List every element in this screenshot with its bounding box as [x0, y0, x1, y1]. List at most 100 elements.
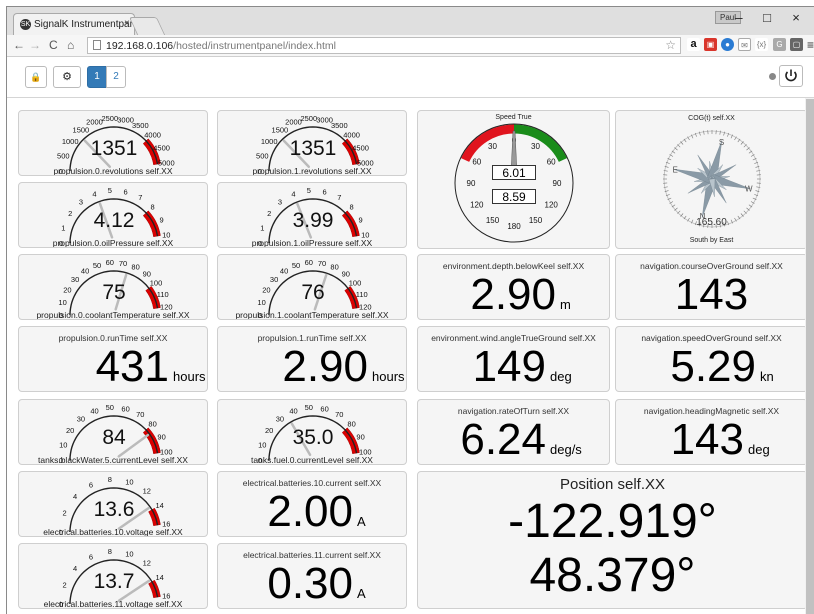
- page-scrollbar[interactable]: [805, 98, 814, 614]
- page-2-button[interactable]: 2: [106, 66, 126, 88]
- number-panel[interactable]: electrical.batteries.11.current self.XX 0…: [217, 543, 407, 609]
- gauge-tick-label: 40: [280, 267, 288, 276]
- maximize-button[interactable]: □: [753, 10, 781, 25]
- dark-extension-icon[interactable]: ▢: [790, 38, 803, 51]
- number-panel[interactable]: navigation.headingMagnetic self.XX 143 deg: [615, 399, 808, 465]
- gauge-panel[interactable]: 0 10 20 30 40 50 60 70 80 90 100 110 120 76 propulsion…: [217, 254, 407, 320]
- settings-button[interactable]: ⚙: [53, 66, 81, 88]
- gauge-panel[interactable]: 0 500 1000 1500 2000 2500 3000 3500 4000 4500 5000…: [18, 110, 208, 176]
- power-button[interactable]: [779, 65, 803, 87]
- speed-tick-label: 120: [545, 201, 559, 210]
- speed-dial: 0306090120150180150120906030: [454, 123, 574, 243]
- home-icon[interactable]: ⌂: [67, 38, 74, 52]
- gauge-tick-label: 80: [131, 263, 139, 272]
- gauge-tick-label: 40: [90, 407, 98, 416]
- gauge-tick-label: 3: [79, 198, 83, 207]
- star-icon[interactable]: ☆: [665, 38, 676, 52]
- gauge-panel[interactable]: 0 2 4 6 8 10 12 14 16 13.6 electrical.batteries.10…: [18, 471, 208, 537]
- gauge-tick-label: 70: [119, 259, 127, 268]
- url-host: 192.168.0.106: [106, 40, 174, 52]
- gauge-tick-label: 5: [108, 186, 112, 195]
- gauge-value: 4.12: [93, 209, 135, 232]
- compass-rose: NESW: [663, 130, 761, 228]
- menu-icon[interactable]: ≡: [807, 38, 814, 52]
- cog-compass-panel[interactable]: COG(t) self.XX NESW 165.60 South by East: [615, 110, 808, 249]
- gauge-tick-label: 90: [342, 269, 350, 278]
- gauge-tick-label: 70: [335, 410, 343, 419]
- scrollbar-thumb[interactable]: [806, 99, 814, 614]
- gauge-panel[interactable]: 0 10 20 30 40 50 60 70 80 90 100 35.0 tanks.fuel.0.c…: [217, 399, 407, 465]
- reload-icon[interactable]: C: [49, 38, 58, 52]
- number-panel[interactable]: navigation.speedOverGround self.XX 5.29 kn: [615, 326, 808, 392]
- gauge-label: propulsion.0.coolantTemperature self.XX: [36, 310, 190, 320]
- blue-extension-icon[interactable]: ●: [721, 38, 734, 51]
- gauge-tick-label: 30: [77, 415, 85, 424]
- address-bar[interactable]: 192.168.0.106/hosted/instrumentpanel/ind…: [87, 37, 681, 54]
- speed-true-panel[interactable]: Speed True 0306090120150180150120906030 …: [417, 110, 610, 249]
- gauge-tick-label: 12: [143, 558, 151, 567]
- page-1-button[interactable]: 1: [87, 66, 107, 88]
- number-unit: A: [357, 586, 366, 601]
- number-panel[interactable]: environment.depth.belowKeel self.XX 2.90 m: [417, 254, 610, 320]
- gauge-tick-label: 50: [93, 261, 101, 270]
- gauge-tick-label: 50: [305, 403, 313, 412]
- navigation-bar: ← → C ⌂ 192.168.0.106/hosted/instrumentp…: [7, 35, 814, 57]
- back-arrow-icon[interactable]: ←: [13, 38, 25, 52]
- gauge-label: propulsion.1.oilPressure self.XX: [251, 238, 373, 248]
- page-icon: [93, 40, 101, 50]
- gauge-panel[interactable]: 0 1 2 3 4 5 6 7 8 9 10 3.99 propulsion.1.oilPressure…: [217, 182, 407, 248]
- minimize-button[interactable]: –: [725, 10, 753, 25]
- red-extension-icon[interactable]: ▣: [704, 38, 717, 51]
- gauge-panel[interactable]: 0 1 2 3 4 5 6 7 8 9 10 4.12 propulsion.0.oilPressure…: [18, 182, 208, 248]
- number-panel[interactable]: propulsion.1.runTime self.XX 2.90 hours: [217, 326, 407, 392]
- power-icon: [785, 69, 797, 82]
- number-unit: deg: [550, 369, 572, 384]
- gauge-tick-label: 60: [106, 258, 114, 267]
- gauge-tick-label: 1500: [73, 126, 90, 135]
- speed-tick-label: 150: [529, 216, 543, 225]
- close-window-button[interactable]: ×: [782, 10, 810, 25]
- gauge-tick-label: 30: [276, 415, 284, 424]
- amazon-extension-icon[interactable]: a: [687, 38, 700, 51]
- gauge-tick-label: 2000: [285, 118, 302, 127]
- number-panel[interactable]: electrical.batteries.10.current self.XX 2…: [217, 471, 407, 537]
- app-toolbar: 🔒 ⚙ 1 2: [7, 58, 814, 98]
- gauge-tick-label: 7: [337, 193, 341, 202]
- tab-close-icon[interactable]: ×: [124, 18, 130, 29]
- gauge-value: 84: [102, 426, 126, 449]
- gray-extension-icon[interactable]: G: [773, 38, 786, 51]
- number-value: 0.30: [267, 559, 353, 608]
- number-panel[interactable]: navigation.rateOfTurn self.XX 6.24 deg/s: [417, 399, 610, 465]
- gauge-panel[interactable]: 0 2 4 6 8 10 12 14 16 13.7 electrical.batteries.11…: [18, 543, 208, 609]
- position-panel[interactable]: Position self.XX -122.919° 48.379°: [417, 471, 808, 609]
- lock-icon: 🔒: [30, 72, 42, 82]
- gauge-panel[interactable]: 0 10 20 30 40 50 60 70 80 90 100 110 120 75 propulsion…: [18, 254, 208, 320]
- mail-extension-icon[interactable]: ✉: [738, 38, 751, 51]
- number-value: 6.24: [460, 415, 546, 464]
- browser-tab[interactable]: SK SignalK Instrumentpanel ×: [13, 13, 135, 35]
- lock-button[interactable]: 🔒: [25, 66, 47, 88]
- gauge-panel[interactable]: 0 500 1000 1500 2000 2500 3000 3500 4000 4500 5000…: [217, 110, 407, 176]
- gauge-tick-label: 60: [121, 404, 129, 413]
- speed-tick-label: 60: [472, 158, 481, 167]
- speed-tick-label: 90: [467, 179, 476, 188]
- bracket-extension-icon[interactable]: {x}: [755, 38, 768, 51]
- gauge-value: 13.6: [93, 498, 135, 521]
- gauge-panel[interactable]: 0 10 20 30 40 50 60 70 80 90 100 84 tanks.blackWater…: [18, 399, 208, 465]
- gauge-tick-label: 60: [320, 404, 328, 413]
- number-value: 2.00: [267, 487, 353, 536]
- gauge-value: 35.0: [292, 426, 334, 449]
- number-panel[interactable]: propulsion.0.runTime self.XX 431 hours: [18, 326, 208, 392]
- speed-tick-label: 120: [470, 201, 484, 210]
- number-panel[interactable]: environment.wind.angleTrueGround self.XX…: [417, 326, 610, 392]
- number-unit: m: [560, 297, 571, 312]
- gauge-tick-label: 2500: [300, 114, 317, 123]
- gauge-tick-label: 6: [89, 552, 93, 561]
- gauge-tick-label: 8: [108, 547, 112, 556]
- gears-icon: ⚙: [62, 71, 72, 83]
- gauge-label: propulsion.1.coolantTemperature self.XX: [235, 310, 389, 320]
- forward-arrow-icon[interactable]: →: [29, 38, 41, 52]
- number-panel[interactable]: navigation.courseOverGround self.XX 143: [615, 254, 808, 320]
- gauge-tick-label: 8: [108, 475, 112, 484]
- gauge-tick-label: 40: [81, 267, 89, 276]
